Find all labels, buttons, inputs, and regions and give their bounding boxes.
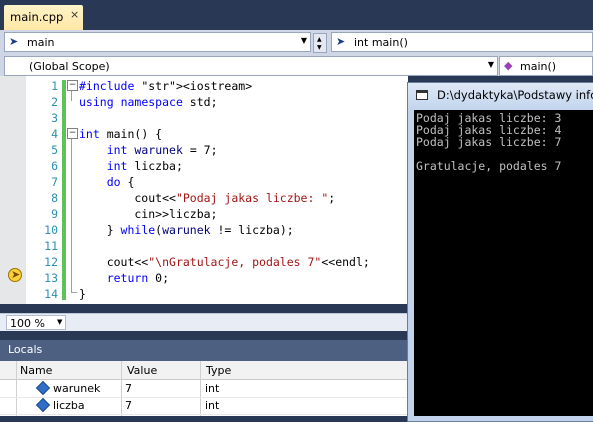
line-number: 10 <box>44 223 58 237</box>
line-number: 7 <box>51 175 58 189</box>
change-tracking-bar <box>62 80 66 300</box>
column-header-value[interactable]: Value <box>127 364 157 377</box>
member2-dropdown[interactable]: ◆ main() <box>499 56 593 76</box>
code-line[interactable]: } while(warunek != liczba); <box>79 223 294 237</box>
line-number: 4 <box>51 127 58 141</box>
tab-label: main.cpp <box>10 10 64 24</box>
line-number: 2 <box>51 95 58 109</box>
code-line[interactable]: int main() { <box>79 127 162 141</box>
chevron-up-icon[interactable]: ▲ <box>317 36 322 43</box>
document-tab-strip <box>0 0 593 30</box>
chevron-down-icon[interactable]: ▼ <box>317 44 322 51</box>
close-icon[interactable]: × <box>70 8 79 21</box>
local-value[interactable]: 7 <box>125 382 132 395</box>
outline-guide <box>71 292 77 293</box>
locals-panel-title[interactable]: Locals <box>0 340 408 361</box>
console-line: Podaj jakas liczbe: 7 <box>416 135 562 149</box>
column-header-name[interactable]: Name <box>20 364 52 377</box>
line-number: 1 <box>51 79 58 93</box>
code-line[interactable]: cout<<"Podaj jakas liczbe: "; <box>79 191 335 205</box>
scope-value: (Global Scope) <box>29 60 110 73</box>
zoom-dropdown[interactable]: 100 % ▼ <box>6 315 66 330</box>
member-dropdown[interactable]: ➤ int main() <box>331 32 593 52</box>
arrow-right-icon: ➤ <box>336 35 346 48</box>
chevron-down-icon: ▼ <box>487 60 494 69</box>
variable-icon <box>35 380 51 396</box>
code-line[interactable]: cin>>liczba; <box>79 207 217 221</box>
line-number: 6 <box>51 159 58 173</box>
console-icon <box>416 90 428 100</box>
line-number: 5 <box>51 143 58 157</box>
table-row[interactable]: liczba 7 int <box>0 397 408 415</box>
local-type: int <box>205 382 220 395</box>
line-number: 8 <box>51 191 58 205</box>
line-number: 3 <box>51 111 58 125</box>
local-name: warunek <box>53 382 101 395</box>
file-scope-dropdown[interactable]: ➤ main ▼ <box>4 32 311 52</box>
tab-main-cpp[interactable]: main.cpp × <box>4 5 83 30</box>
collapse-icon[interactable]: − <box>67 80 78 91</box>
collapse-icon[interactable]: − <box>67 128 78 139</box>
code-line[interactable]: #include "str"><iostream> <box>79 79 252 93</box>
code-line[interactable]: int liczba; <box>79 159 183 173</box>
member-value: int main() <box>354 36 408 49</box>
zoom-value: 100 % <box>10 317 45 330</box>
line-number: 12 <box>44 255 58 269</box>
line-number: 14 <box>44 287 58 301</box>
console-title: D:\dydaktyka\Podstawy infor <box>437 88 593 102</box>
console-line: Gratulacje, podales 7 <box>416 159 562 173</box>
current-statement-arrow-icon: ➤ <box>8 268 22 282</box>
nav-spinner[interactable]: ▲ ▼ <box>313 33 327 53</box>
scope-dropdown[interactable]: (Global Scope) ▼ <box>4 56 498 76</box>
outline-guide <box>71 91 72 101</box>
table-row[interactable]: warunek 7 int <box>0 380 408 398</box>
local-name: liczba <box>53 399 85 412</box>
locals-title-label: Locals <box>8 343 43 356</box>
code-line[interactable]: using namespace std; <box>79 95 218 109</box>
chevron-down-icon: ▼ <box>57 318 63 326</box>
chevron-down-icon: ▼ <box>300 36 307 45</box>
outline-guide <box>71 139 72 293</box>
method-icon: ◆ <box>504 59 513 72</box>
variable-icon <box>35 397 51 413</box>
member2-value: main() <box>520 60 557 73</box>
code-line[interactable]: return 0; <box>79 271 169 285</box>
line-number: 13 <box>44 271 58 285</box>
code-line[interactable]: cout<<"\nGratulacje, podales 7"<<endl; <box>79 255 370 269</box>
console-output-area[interactable] <box>414 110 593 416</box>
line-number: 11 <box>44 239 58 253</box>
column-header-type[interactable]: Type <box>206 364 231 377</box>
arrow-right-icon: ➤ <box>9 35 19 48</box>
line-number: 9 <box>51 207 58 221</box>
local-value[interactable]: 7 <box>125 399 132 412</box>
file-scope-value: main <box>27 36 55 49</box>
code-line[interactable]: do { <box>79 175 135 189</box>
locals-header-row: Name Value Type <box>0 361 408 380</box>
local-type: int <box>205 399 220 412</box>
code-line[interactable]: } <box>79 287 86 301</box>
code-line[interactable]: int warunek = 7; <box>79 143 218 157</box>
